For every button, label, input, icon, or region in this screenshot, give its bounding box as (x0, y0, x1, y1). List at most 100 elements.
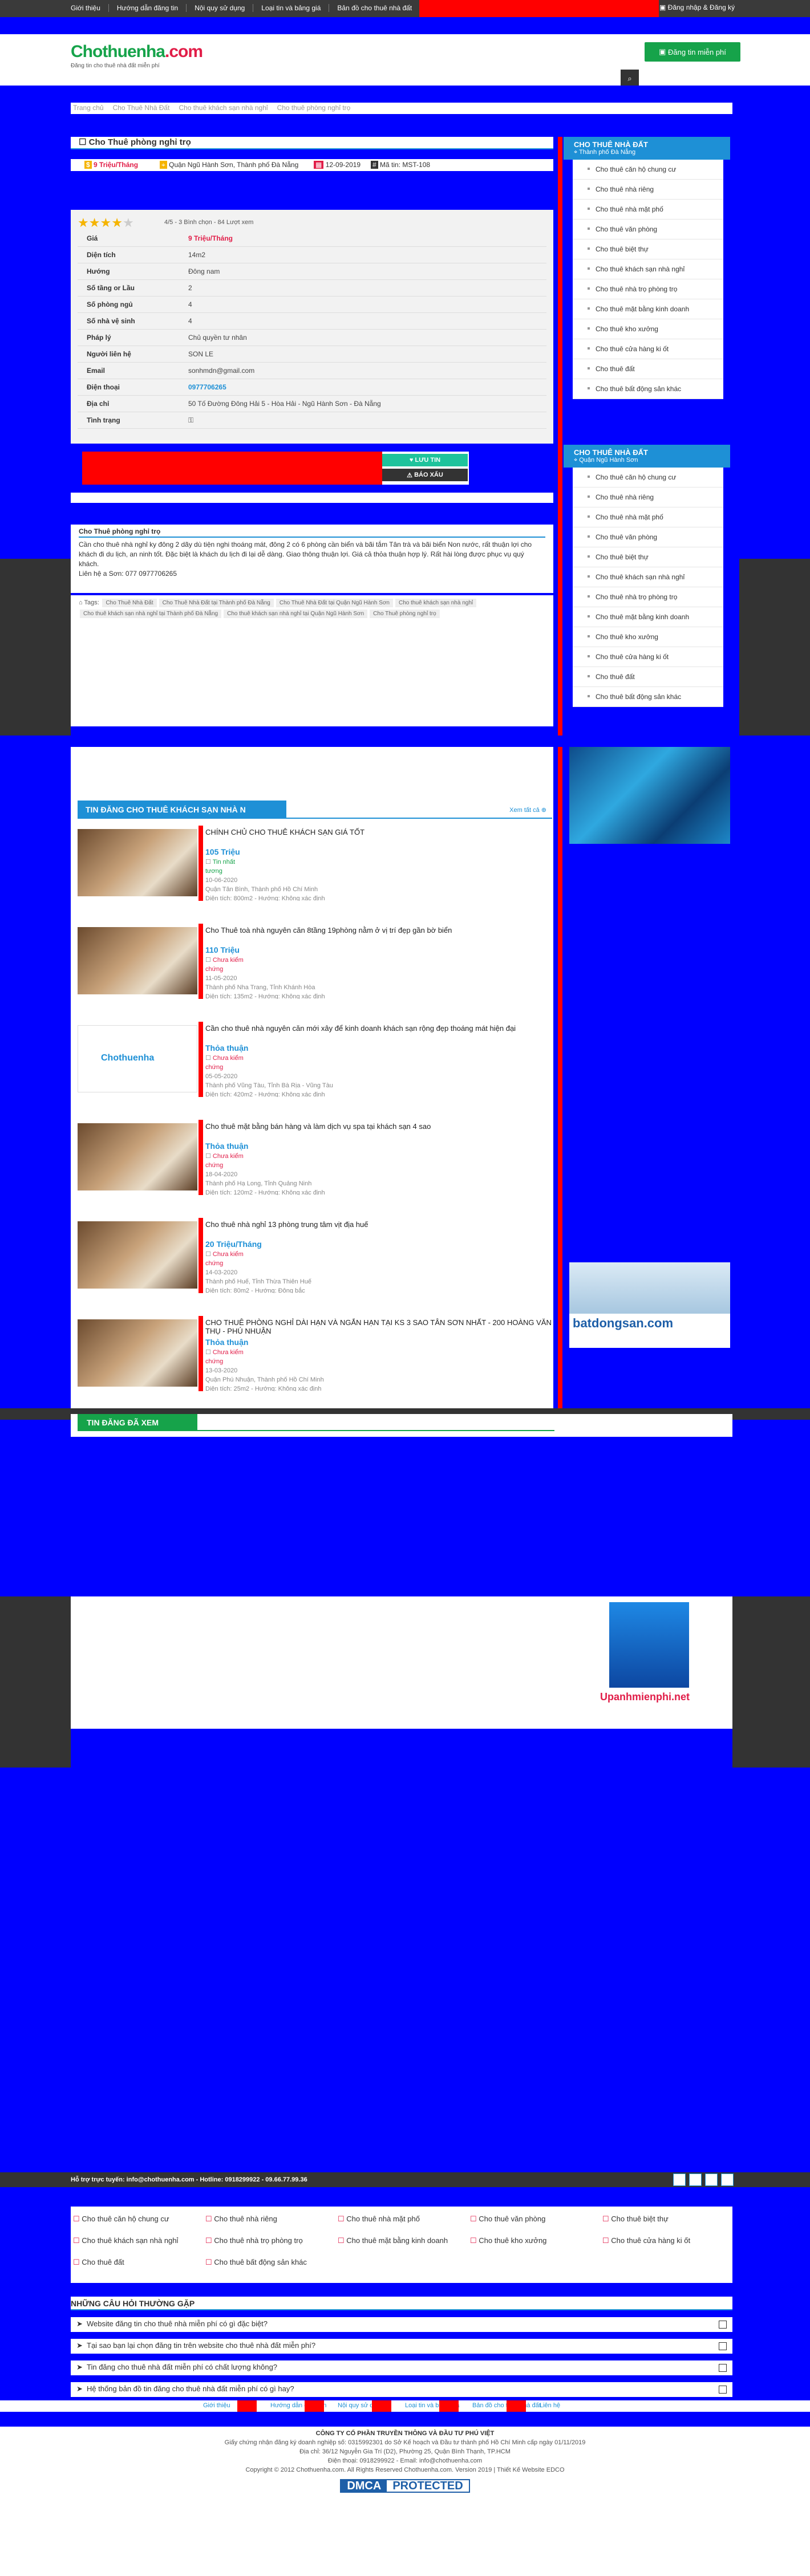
left-dark-strip-2 (0, 1596, 71, 1768)
detail-value[interactable]: 0977706265 (188, 383, 546, 391)
sidebar-item[interactable]: Cho thuê văn phòng (573, 220, 723, 239)
sidebar-item[interactable]: Cho thuê căn hộ chung cư (573, 468, 723, 487)
login-link[interactable]: ▣ Đăng nhập & Đăng ký (659, 3, 735, 11)
sidebar-item[interactable]: Cho thuê khách sạn nhà nghỉ (573, 259, 723, 279)
tag-item[interactable]: Cho Thuê phòng nghỉ trọ (370, 610, 440, 618)
footer-category-link[interactable]: ☐ Cho thuê đất (73, 2258, 124, 2267)
top-menu-item[interactable]: Nội quy sử dụng (195, 4, 254, 12)
ad-banner-batdongsan[interactable]: batdongsan.com (569, 1262, 730, 1348)
listing-thumbnail[interactable] (78, 829, 197, 896)
listing-card[interactable]: Cho Thuê toà nhà nguyên căn 8tầng 19phòn… (78, 924, 552, 999)
listing-card[interactable]: CHO THUÊ PHÒNG NGHỈ DÀI HẠN VÀ NGẮN HẠN … (78, 1316, 552, 1391)
footer-category-link[interactable]: ☐ Cho thuê căn hộ chung cư (73, 2215, 169, 2224)
breadcrumb-item[interactable]: Cho Thuê Nhà Đất (113, 104, 170, 112)
footer-category-link[interactable]: ☐ Cho thuê nhà trọ phòng trọ (205, 2236, 303, 2245)
detail-key: Người liên hệ (87, 350, 131, 358)
ad-banner-blue[interactable] (569, 747, 730, 844)
sidebar-item[interactable]: Cho thuê biệt thự (573, 547, 723, 567)
sidebar-item[interactable]: Cho thuê nhà trọ phòng trọ (573, 587, 723, 607)
star-icon[interactable]: ★ (123, 216, 134, 230)
listing-card[interactable]: Cho thuê nhà nghỉ 13 phòng trung tâm vịt… (78, 1218, 552, 1293)
sidebar-item[interactable]: Cho thuê biệt thự (573, 239, 723, 259)
rating-stars[interactable]: ★★★★★ (78, 216, 134, 230)
google-icon[interactable] (705, 2173, 718, 2186)
breadcrumb-item[interactable]: Trang chủ (73, 104, 104, 112)
sidebar-item[interactable]: Cho thuê văn phòng (573, 527, 723, 547)
tag-item[interactable]: Cho thuê khách sạn nhà nghỉ (395, 599, 477, 607)
sidebar-item[interactable]: Cho thuê nhà trọ phòng trọ (573, 279, 723, 299)
listing-card[interactable]: CHÍNH CHỦ CHO THUÊ KHÁCH SẠN GIÁ TỐT 105 … (78, 826, 552, 901)
footer-category-link[interactable]: ☐ Cho thuê bất động sản khác (205, 2258, 307, 2267)
related-more-link[interactable]: Xem tất cả ⊕ (509, 806, 546, 814)
listing-thumbnail[interactable] (78, 1221, 197, 1289)
sidebar-item[interactable]: Cho thuê đất (573, 359, 723, 379)
sidebar-item[interactable]: Cho thuê nhà riêng (573, 180, 723, 200)
sidebar-item[interactable]: Cho thuê căn hộ chung cư (573, 160, 723, 180)
facebook-icon[interactable] (673, 2173, 686, 2186)
save-post-button[interactable]: ♥ LƯU TIN (382, 454, 468, 466)
listing-card[interactable]: Chothuenha Cần cho thuê nhà nguyên căn mớ… (78, 1022, 552, 1097)
sidebar-item[interactable]: Cho thuê khách sạn nhà nghỉ (573, 567, 723, 587)
listing-thumbnail[interactable]: Chothuenha (78, 1025, 197, 1092)
post-free-button[interactable]: ▣ Đăng tin miễn phí (645, 42, 740, 62)
faq-item[interactable]: ➤ Tại sao bạn lại chọn đăng tin trên webs… (71, 2339, 732, 2354)
site-logo[interactable]: Chothuenha.com Đăng tin cho thuê nhà đất … (71, 42, 203, 69)
listing-title[interactable]: CHÍNH CHỦ CHO THUÊ KHÁCH SẠN GIÁ TỐT (205, 828, 364, 836)
top-menu-item[interactable]: Bản đồ cho thuê nhà đất (337, 4, 421, 12)
ad-banner-upanh[interactable]: Upanhmienphi.net (569, 1596, 730, 1729)
dmca-badge[interactable]: DMCA PROTECTED (340, 2479, 470, 2493)
youtube-icon[interactable] (721, 2173, 734, 2186)
sidebar-item[interactable]: Cho thuê bất động sản khác (573, 687, 723, 707)
star-icon[interactable]: ★ (89, 216, 100, 230)
sidebar-item[interactable]: Cho thuê đất (573, 667, 723, 687)
footer-category-link[interactable]: ☐ Cho thuê biệt thự (602, 2215, 669, 2224)
star-icon[interactable]: ★ (78, 216, 89, 230)
twitter-icon[interactable] (689, 2173, 702, 2186)
tag-item[interactable]: Cho Thuê Nhà Đất tại Quận Ngũ Hành Sơn (276, 599, 393, 607)
footer-category-link[interactable]: ☐ Cho thuê cửa hàng ki ốt (602, 2236, 690, 2245)
star-icon[interactable]: ★ (100, 216, 111, 230)
sidebar-item[interactable]: Cho thuê kho xưởng (573, 627, 723, 647)
tag-item[interactable]: Cho Thuê Nhà Đất tại Thành phố Đà Nẵng (159, 599, 274, 607)
top-menu-item[interactable]: Loại tin và bảng giá (261, 4, 330, 12)
tag-item[interactable]: Cho thuê khách sạn nhà nghỉ tại Thành ph… (80, 610, 222, 618)
footer-category-link[interactable]: ☐ Cho thuê mặt bằng kinh doanh (338, 2236, 448, 2245)
footer-category-link[interactable]: ☐ Cho thuê khách sạn nhà nghỉ (73, 2236, 178, 2245)
listing-title[interactable]: Cho thuê mặt bằng bán hàng và làm dịch v… (205, 1122, 431, 1131)
breadcrumb-item[interactable]: Cho thuê khách sạn nhà nghỉ (179, 104, 268, 112)
sidebar-item[interactable]: Cho thuê nhà mặt phố (573, 200, 723, 220)
sidebar-item[interactable]: Cho thuê cửa hàng ki ốt (573, 647, 723, 667)
report-post-button[interactable]: ⚠ BÁO XẤU (382, 469, 468, 481)
sidebar-item[interactable]: Cho thuê mặt bằng kinh doanh (573, 607, 723, 627)
sidebar-item[interactable]: Cho thuê nhà mặt phố (573, 507, 723, 527)
listing-title[interactable]: Cho thuê nhà nghỉ 13 phòng trung tâm vịt… (205, 1220, 368, 1229)
footer-category-link[interactable]: ☐ Cho thuê văn phòng (470, 2215, 545, 2224)
footer-category-link[interactable]: ☐ Cho thuê kho xưởng (470, 2236, 546, 2245)
sidebar-item[interactable]: Cho thuê mặt bằng kinh doanh (573, 299, 723, 319)
faq-item[interactable]: ➤ Website đăng tin cho thuê nhà miễn phí … (71, 2317, 732, 2332)
footer-link[interactable]: Liên hệ (540, 2402, 560, 2409)
detail-value[interactable]: sonhmdn@gmail.com (188, 367, 546, 375)
top-menu-item[interactable]: Giới thiệu (71, 4, 109, 12)
faq-item[interactable]: ➤ Tin đăng cho thuê nhà đất miễn phí có c… (71, 2360, 732, 2375)
breadcrumb-item[interactable]: Cho thuê phòng nghỉ trọ (277, 104, 351, 112)
listing-thumbnail[interactable] (78, 1123, 197, 1191)
tag-item[interactable]: Cho Thuê Nhà Đất (102, 599, 157, 607)
footer-link[interactable]: Giới thiệu (203, 2402, 230, 2409)
star-icon[interactable]: ★ (111, 216, 123, 230)
sidebar-item[interactable]: Cho thuê cửa hàng ki ốt (573, 339, 723, 359)
listing-thumbnail[interactable] (78, 1319, 197, 1387)
footer-category-link[interactable]: ☐ Cho thuê nhà mặt phố (338, 2215, 420, 2224)
tag-item[interactable]: Cho thuê khách sạn nhà nghỉ tại Quận Ngũ… (224, 610, 368, 618)
listing-card[interactable]: Cho thuê mặt bằng bán hàng và làm dịch v… (78, 1120, 552, 1195)
top-menu-item[interactable]: Hướng dẫn đăng tin (117, 4, 187, 12)
listing-title[interactable]: CHO THUÊ PHÒNG NGHỈ DÀI HẠN VÀ NGẮN HẠN … (205, 1318, 552, 1335)
sidebar-item[interactable]: Cho thuê bất động sản khác (573, 379, 723, 399)
sidebar-item[interactable]: Cho thuê kho xưởng (573, 319, 723, 339)
faq-item[interactable]: ➤ Hệ thống bản đồ tin đăng cho thuê nhà đ… (71, 2382, 732, 2397)
listing-title[interactable]: Cho Thuê toà nhà nguyên căn 8tầng 19phòn… (205, 926, 452, 934)
sidebar-item[interactable]: Cho thuê nhà riêng (573, 487, 723, 507)
footer-category-link[interactable]: ☐ Cho thuê nhà riêng (205, 2215, 277, 2224)
listing-thumbnail[interactable] (78, 927, 197, 994)
listing-title[interactable]: Cần cho thuê nhà nguyên căn mới xây để k… (205, 1024, 516, 1033)
